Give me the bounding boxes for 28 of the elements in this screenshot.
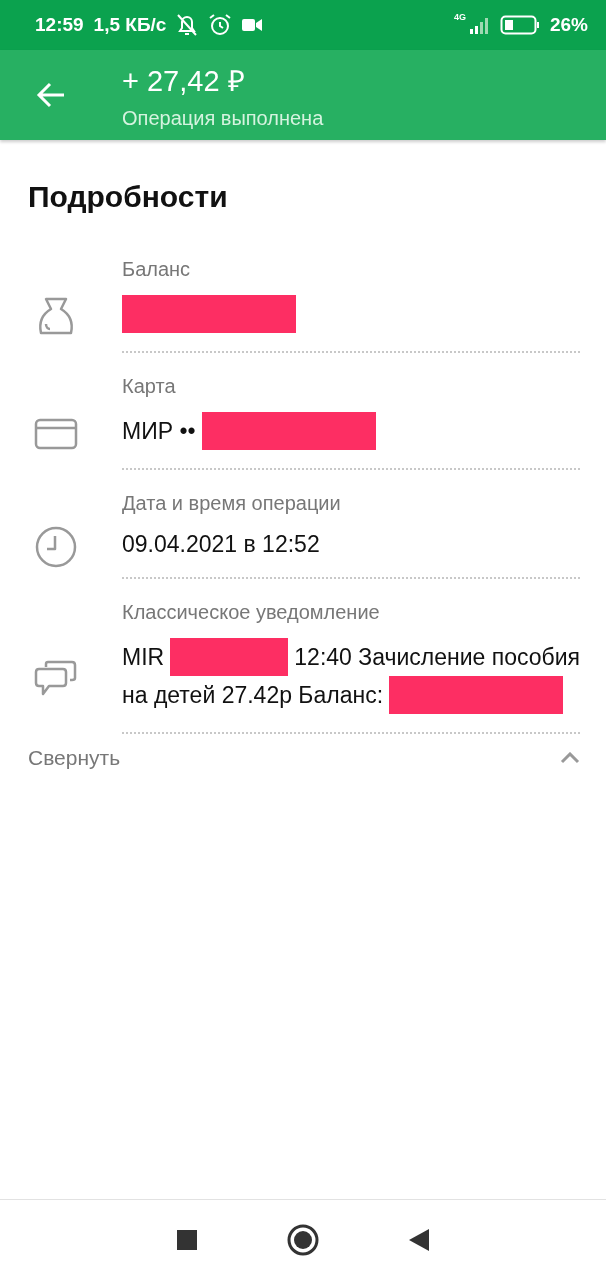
detail-label: Карта <box>122 374 177 398</box>
amount: + 27,42 ₽ <box>122 64 246 99</box>
card-icon <box>34 418 78 450</box>
back-arrow-icon <box>36 82 66 108</box>
alarm-icon <box>208 13 233 37</box>
detail-value: МИР •• <box>122 417 196 446</box>
collapse-link[interactable]: Свернуть <box>28 746 121 770</box>
back-nav-icon[interactable] <box>409 1229 429 1251</box>
detail-value: MIR <box>122 643 165 672</box>
chevron-icon[interactable] <box>560 752 580 764</box>
status-time: 12:59 <box>35 14 84 36</box>
detail-label: Баланс <box>122 257 192 281</box>
network-speed: 1,5 КБ/с <box>93 14 167 36</box>
signal-icon <box>467 16 490 34</box>
detail-value: 12:40 Зачисление пособия <box>294 643 580 672</box>
clock-icon <box>34 525 78 569</box>
detail-value: 09.04.2021 в 12:52 <box>122 530 320 559</box>
detail-label: Классическое уведомление <box>122 600 381 624</box>
section-title: Подробности <box>28 180 229 214</box>
home-icon[interactable] <box>287 1224 319 1256</box>
network-type: 4G <box>453 12 466 22</box>
detail-label: Дата и время операции <box>122 491 342 515</box>
detail-value: на детей 27.42р Баланс: <box>122 681 384 710</box>
bell-off-icon <box>176 13 199 37</box>
battery-percent: 26% <box>549 14 588 36</box>
video-icon <box>242 18 263 32</box>
operation-status: Операция выполнена <box>122 107 324 130</box>
battery-icon <box>499 15 540 35</box>
